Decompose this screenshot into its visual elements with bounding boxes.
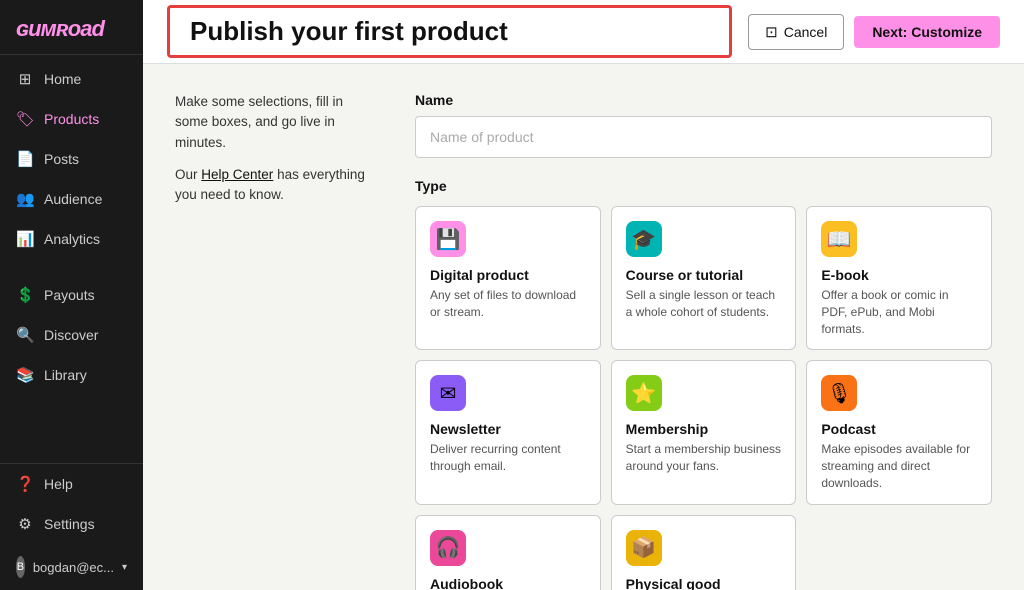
name-label: Name [415, 92, 992, 108]
type-label: Type [415, 178, 992, 194]
product-name-input[interactable] [415, 116, 992, 158]
cancel-button[interactable]: ⊡ Cancel [748, 14, 844, 50]
podcast-title: Podcast [821, 421, 977, 437]
membership-description: Start a membership business around your … [626, 441, 782, 475]
sidebar-label-home: Home [44, 71, 81, 87]
left-panel: Make some selections, fill in some boxes… [175, 92, 375, 562]
avatar: B [16, 556, 25, 578]
user-name: bogdan@ec... [33, 560, 114, 575]
settings-icon: ⚙ [16, 515, 34, 533]
sidebar-item-home[interactable]: ⊞ Home [0, 59, 143, 99]
sidebar-label-settings: Settings [44, 516, 95, 532]
next-customize-button[interactable]: Next: Customize [854, 16, 1000, 48]
header: Publish your first product ⊡ Cancel Next… [143, 0, 1024, 64]
sidebar-label-products: Products [44, 111, 99, 127]
audience-icon: 👥 [16, 190, 34, 208]
sidebar-item-products[interactable]: 🏷 Products [0, 99, 143, 139]
digital-icon: 💾 [430, 221, 466, 257]
membership-icon: ⭐ [626, 375, 662, 411]
type-card-digital[interactable]: 💾 Digital product Any set of files to do… [415, 206, 601, 350]
physical-icon: 📦 [626, 530, 662, 566]
next-label: Next: Customize [872, 24, 982, 40]
sidebar-item-posts[interactable]: 📄 Posts [0, 139, 143, 179]
sidebar-label-payouts: Payouts [44, 287, 95, 303]
main-area: Publish your first product ⊡ Cancel Next… [143, 0, 1024, 590]
sidebar-item-audience[interactable]: 👥 Audience [0, 179, 143, 219]
audiobook-title: Audiobook [430, 576, 586, 590]
type-grid: 💾 Digital product Any set of files to do… [415, 206, 992, 590]
header-actions: ⊡ Cancel Next: Customize [748, 14, 1000, 50]
sidebar-user[interactable]: B bogdan@ec... ▾ [0, 544, 143, 590]
payouts-icon: 💲 [16, 286, 34, 304]
ebook-icon: 📖 [821, 221, 857, 257]
logo: ɢuмʀoaD [0, 0, 143, 54]
sidebar-label-posts: Posts [44, 151, 79, 167]
sidebar-label-help: Help [44, 476, 73, 492]
membership-title: Membership [626, 421, 782, 437]
ebook-title: E-book [821, 267, 977, 283]
type-card-podcast[interactable]: 🎙 Podcast Make episodes available for st… [806, 360, 992, 504]
digital-description: Any set of files to download or stream. [430, 287, 586, 321]
type-card-ebook[interactable]: 📖 E-book Offer a book or comic in PDF, e… [806, 206, 992, 350]
sidebar: ɢuмʀoaD ⊞ Home 🏷 Products 📄 Posts 👥 Audi… [0, 0, 143, 590]
chevron-down-icon: ▾ [122, 562, 127, 573]
posts-icon: 📄 [16, 150, 34, 168]
logo-text: ɢuмʀoaD [16, 16, 104, 41]
sidebar-divider [0, 54, 143, 55]
podcast-description: Make episodes available for streaming an… [821, 441, 977, 491]
type-card-course[interactable]: 🎓 Course or tutorial Sell a single lesso… [611, 206, 797, 350]
type-card-newsletter[interactable]: ✉ Newsletter Deliver recurring content t… [415, 360, 601, 504]
help-prefix: Our [175, 167, 201, 182]
course-title: Course or tutorial [626, 267, 782, 283]
audiobook-icon: 🎧 [430, 530, 466, 566]
cancel-label: Cancel [784, 24, 828, 40]
page-title: Publish your first product [190, 16, 709, 47]
sidebar-label-audience: Audience [44, 191, 102, 207]
sidebar-label-analytics: Analytics [44, 231, 100, 247]
course-description: Sell a single lesson or teach a whole co… [626, 287, 782, 321]
sidebar-bottom: ❓ Help ⚙ Settings B bogdan@ec... ▾ [0, 463, 143, 590]
help-icon: ❓ [16, 475, 34, 493]
help-center-link[interactable]: Help Center [201, 167, 273, 182]
right-panel: Name Type 💾 Digital product Any set of f… [415, 92, 992, 562]
cancel-icon: ⊡ [765, 23, 778, 41]
sidebar-label-library: Library [44, 367, 87, 383]
physical-title: Physical good [626, 576, 782, 590]
home-icon: ⊞ [16, 70, 34, 88]
course-icon: 🎓 [626, 221, 662, 257]
sidebar-label-discover: Discover [44, 327, 98, 343]
type-card-physical[interactable]: 📦 Physical good Sell anything that requi… [611, 515, 797, 590]
library-icon: 📚 [16, 366, 34, 384]
description-text: Make some selections, fill in some boxes… [175, 92, 375, 153]
sidebar-item-payouts[interactable]: 💲 Payouts [0, 275, 143, 315]
digital-title: Digital product [430, 267, 586, 283]
discover-icon: 🔍 [16, 326, 34, 344]
content-area: Make some selections, fill in some boxes… [143, 64, 1024, 590]
newsletter-icon: ✉ [430, 375, 466, 411]
ebook-description: Offer a book or comic in PDF, ePub, and … [821, 287, 977, 337]
avatar-initials: B [17, 561, 24, 573]
products-icon: 🏷 [16, 110, 34, 128]
sidebar-item-help[interactable]: ❓ Help [0, 464, 143, 504]
sidebar-item-analytics[interactable]: 📊 Analytics [0, 219, 143, 259]
type-card-membership[interactable]: ⭐ Membership Start a membership business… [611, 360, 797, 504]
analytics-icon: 📊 [16, 230, 34, 248]
header-title-box: Publish your first product [167, 5, 732, 58]
newsletter-title: Newsletter [430, 421, 586, 437]
sidebar-item-settings[interactable]: ⚙ Settings [0, 504, 143, 544]
sidebar-item-library[interactable]: 📚 Library [0, 355, 143, 395]
sidebar-item-discover[interactable]: 🔍 Discover [0, 315, 143, 355]
podcast-icon: 🎙 [821, 375, 857, 411]
help-text: Our Help Center has everything you need … [175, 165, 375, 206]
newsletter-description: Deliver recurring content through email. [430, 441, 586, 475]
type-card-audiobook[interactable]: 🎧 Audiobook Let customers listen to your… [415, 515, 601, 590]
